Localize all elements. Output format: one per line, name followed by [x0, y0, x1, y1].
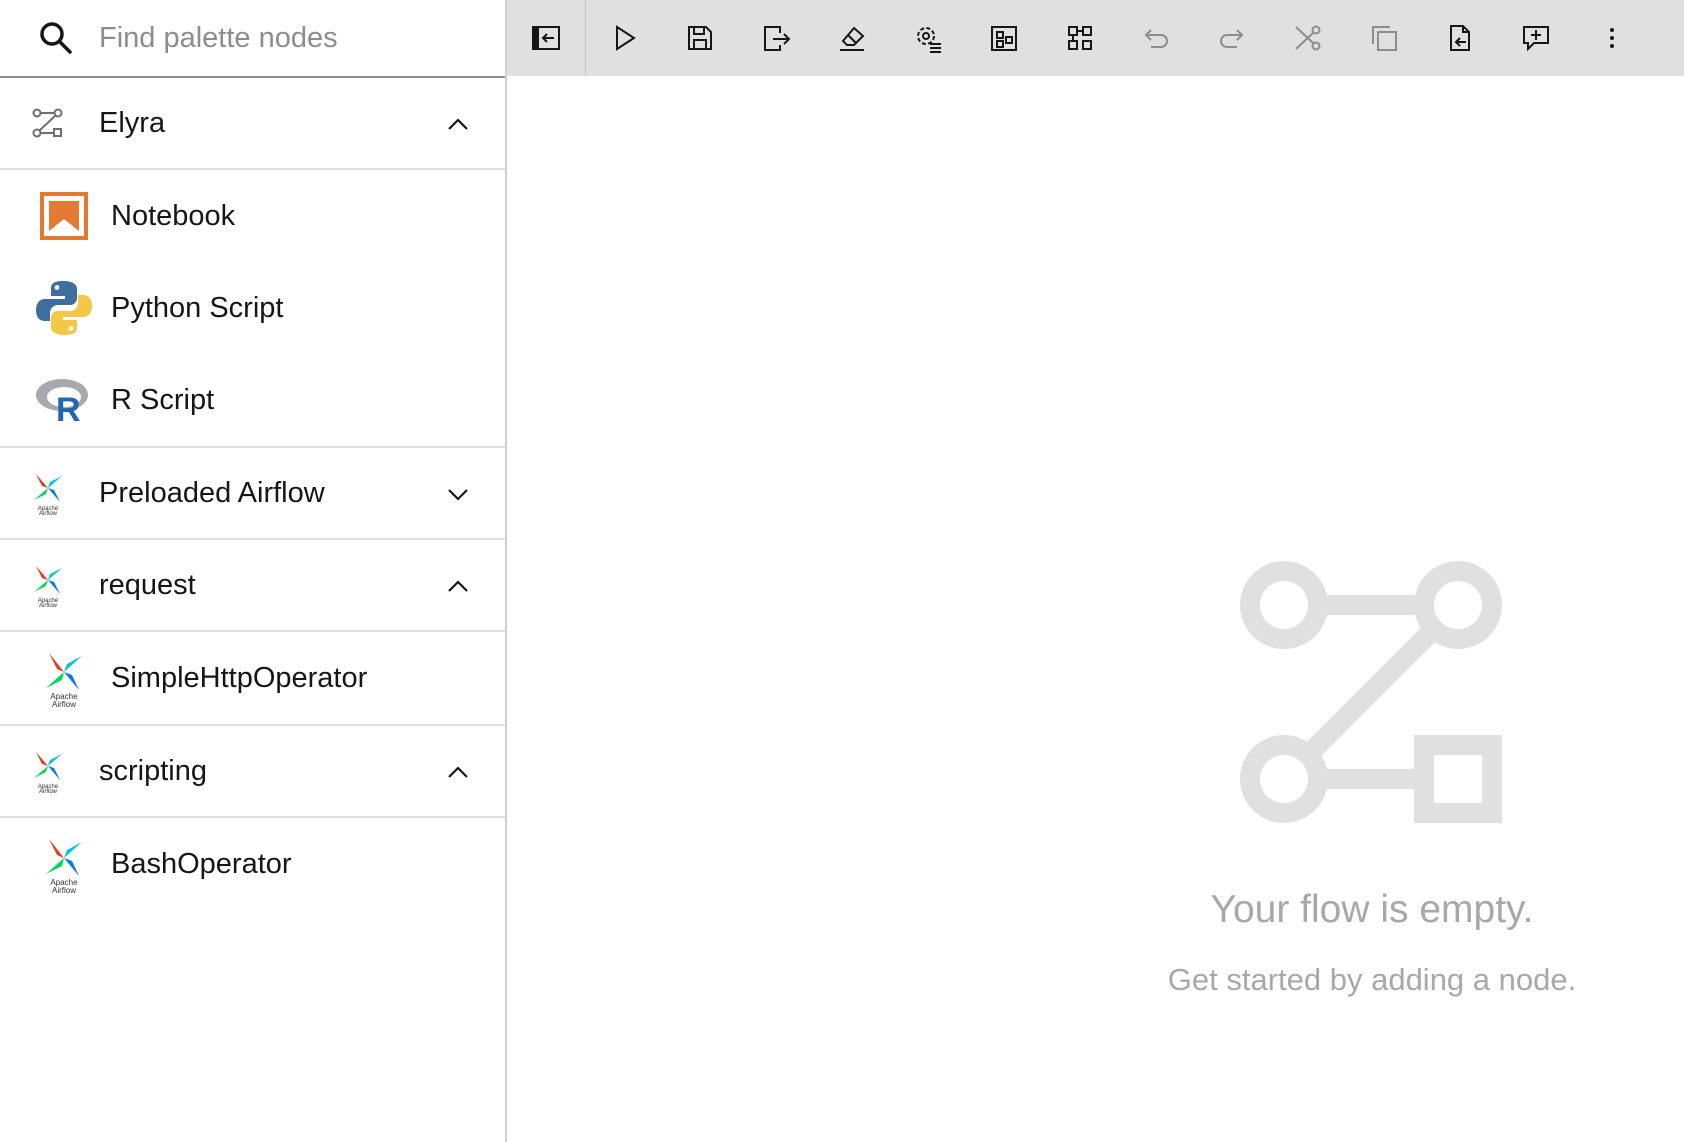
palette-node-label: Notebook — [111, 199, 236, 232]
category-elyra[interactable]: Elyra — [0, 78, 505, 170]
category-preloaded-airflow[interactable]: Apache Airflow Preloaded Airflow — [0, 448, 505, 540]
chevron-down-icon — [448, 489, 468, 501]
category-label: request — [99, 568, 196, 601]
redo-icon — [1220, 29, 1244, 48]
paste-button[interactable] — [1422, 0, 1498, 76]
svg-text:Airflow: Airflow — [39, 603, 58, 608]
undo-button[interactable] — [1118, 0, 1194, 76]
category-scripting[interactable]: Apache Airflow scripting — [0, 726, 505, 818]
python-icon — [34, 278, 94, 338]
pipeline-toolbar — [507, 0, 1684, 76]
airflow-icon: Apache Airflow — [34, 834, 94, 894]
cut-icon — [1295, 25, 1321, 51]
palette-node-simple-http-operator[interactable]: Apache Airflow SimpleHttpOperator — [0, 632, 505, 724]
palette-node-label: Python Script — [111, 291, 284, 324]
palette-node-bash-operator[interactable]: Apache Airflow BashOperator — [0, 818, 505, 910]
clear-pipeline-button[interactable] — [814, 0, 890, 76]
runtime-settings-icon — [917, 27, 941, 53]
toggle-palette-button[interactable] — [507, 0, 585, 76]
run-icon — [616, 25, 636, 51]
add-comment-button[interactable] — [1498, 0, 1574, 76]
svg-text:Airflow: Airflow — [39, 789, 58, 794]
save-pipeline-button[interactable] — [662, 0, 738, 76]
category-label: Elyra — [99, 106, 166, 139]
palette-search-input[interactable] — [99, 21, 479, 55]
save-icon — [688, 26, 712, 50]
export-pipeline-button[interactable] — [738, 0, 814, 76]
airflow-icon: Apache Airflow — [26, 563, 70, 608]
empty-pipeline-icon — [1240, 561, 1502, 823]
arrange-horizontal-button[interactable] — [966, 0, 1042, 76]
chevron-up-icon — [448, 580, 468, 592]
arrange-vertical-icon — [1068, 26, 1092, 50]
undo-icon — [1144, 29, 1168, 48]
airflow-icon: Apache Airflow — [26, 471, 70, 516]
category-elyra-items: Notebook Python Script R R Script — [0, 170, 505, 448]
svg-text:Airflow: Airflow — [39, 511, 58, 516]
svg-text:Airflow: Airflow — [52, 700, 76, 708]
clear-icon — [840, 26, 865, 51]
runtime-settings-button[interactable] — [890, 0, 966, 76]
export-icon — [764, 26, 791, 51]
node-palette: Elyra Notebook Pyt — [0, 0, 507, 1142]
chevron-up-icon — [448, 118, 468, 130]
palette-search — [0, 0, 505, 78]
palette-node-label: R Script — [111, 383, 215, 416]
toggle-palette-icon — [532, 26, 560, 50]
overflow-menu-icon — [1610, 28, 1614, 48]
category-request-items: Apache Airflow SimpleHttpOperator — [0, 632, 505, 726]
cut-button[interactable] — [1270, 0, 1346, 76]
chevron-up-icon — [448, 766, 468, 778]
add-comment-icon — [1523, 26, 1549, 52]
copy-button[interactable] — [1346, 0, 1422, 76]
category-label: scripting — [99, 754, 207, 787]
empty-canvas-subtitle: Get started by adding a node. — [1167, 962, 1577, 997]
r-icon: R — [34, 370, 94, 430]
svg-text:R: R — [56, 391, 81, 424]
airflow-icon: Apache Airflow — [26, 749, 70, 794]
overflow-menu-button[interactable] — [1574, 0, 1650, 76]
airflow-icon: Apache Airflow — [34, 648, 94, 708]
palette-node-notebook[interactable]: Notebook — [0, 170, 505, 262]
svg-text:Airflow: Airflow — [52, 886, 76, 894]
palette-node-python-script[interactable]: Python Script — [0, 262, 505, 354]
category-scripting-items: Apache Airflow BashOperator — [0, 818, 505, 910]
arrange-vertical-button[interactable] — [1042, 0, 1118, 76]
copy-icon — [1372, 26, 1397, 51]
palette-node-label: BashOperator — [111, 847, 292, 880]
search-icon — [40, 22, 72, 54]
pipeline-icon — [26, 101, 70, 145]
redo-button[interactable] — [1194, 0, 1270, 76]
arrange-horizontal-icon — [991, 26, 1017, 51]
empty-canvas-title: Your flow is empty. — [1210, 888, 1534, 931]
notebook-icon — [34, 186, 94, 246]
run-pipeline-button[interactable] — [586, 0, 662, 76]
category-label: Preloaded Airflow — [99, 476, 325, 509]
palette-node-r-script[interactable]: R R Script — [0, 354, 505, 446]
category-request[interactable]: Apache Airflow request — [0, 540, 505, 632]
paste-icon — [1450, 25, 1470, 51]
palette-node-label: SimpleHttpOperator — [111, 661, 368, 694]
